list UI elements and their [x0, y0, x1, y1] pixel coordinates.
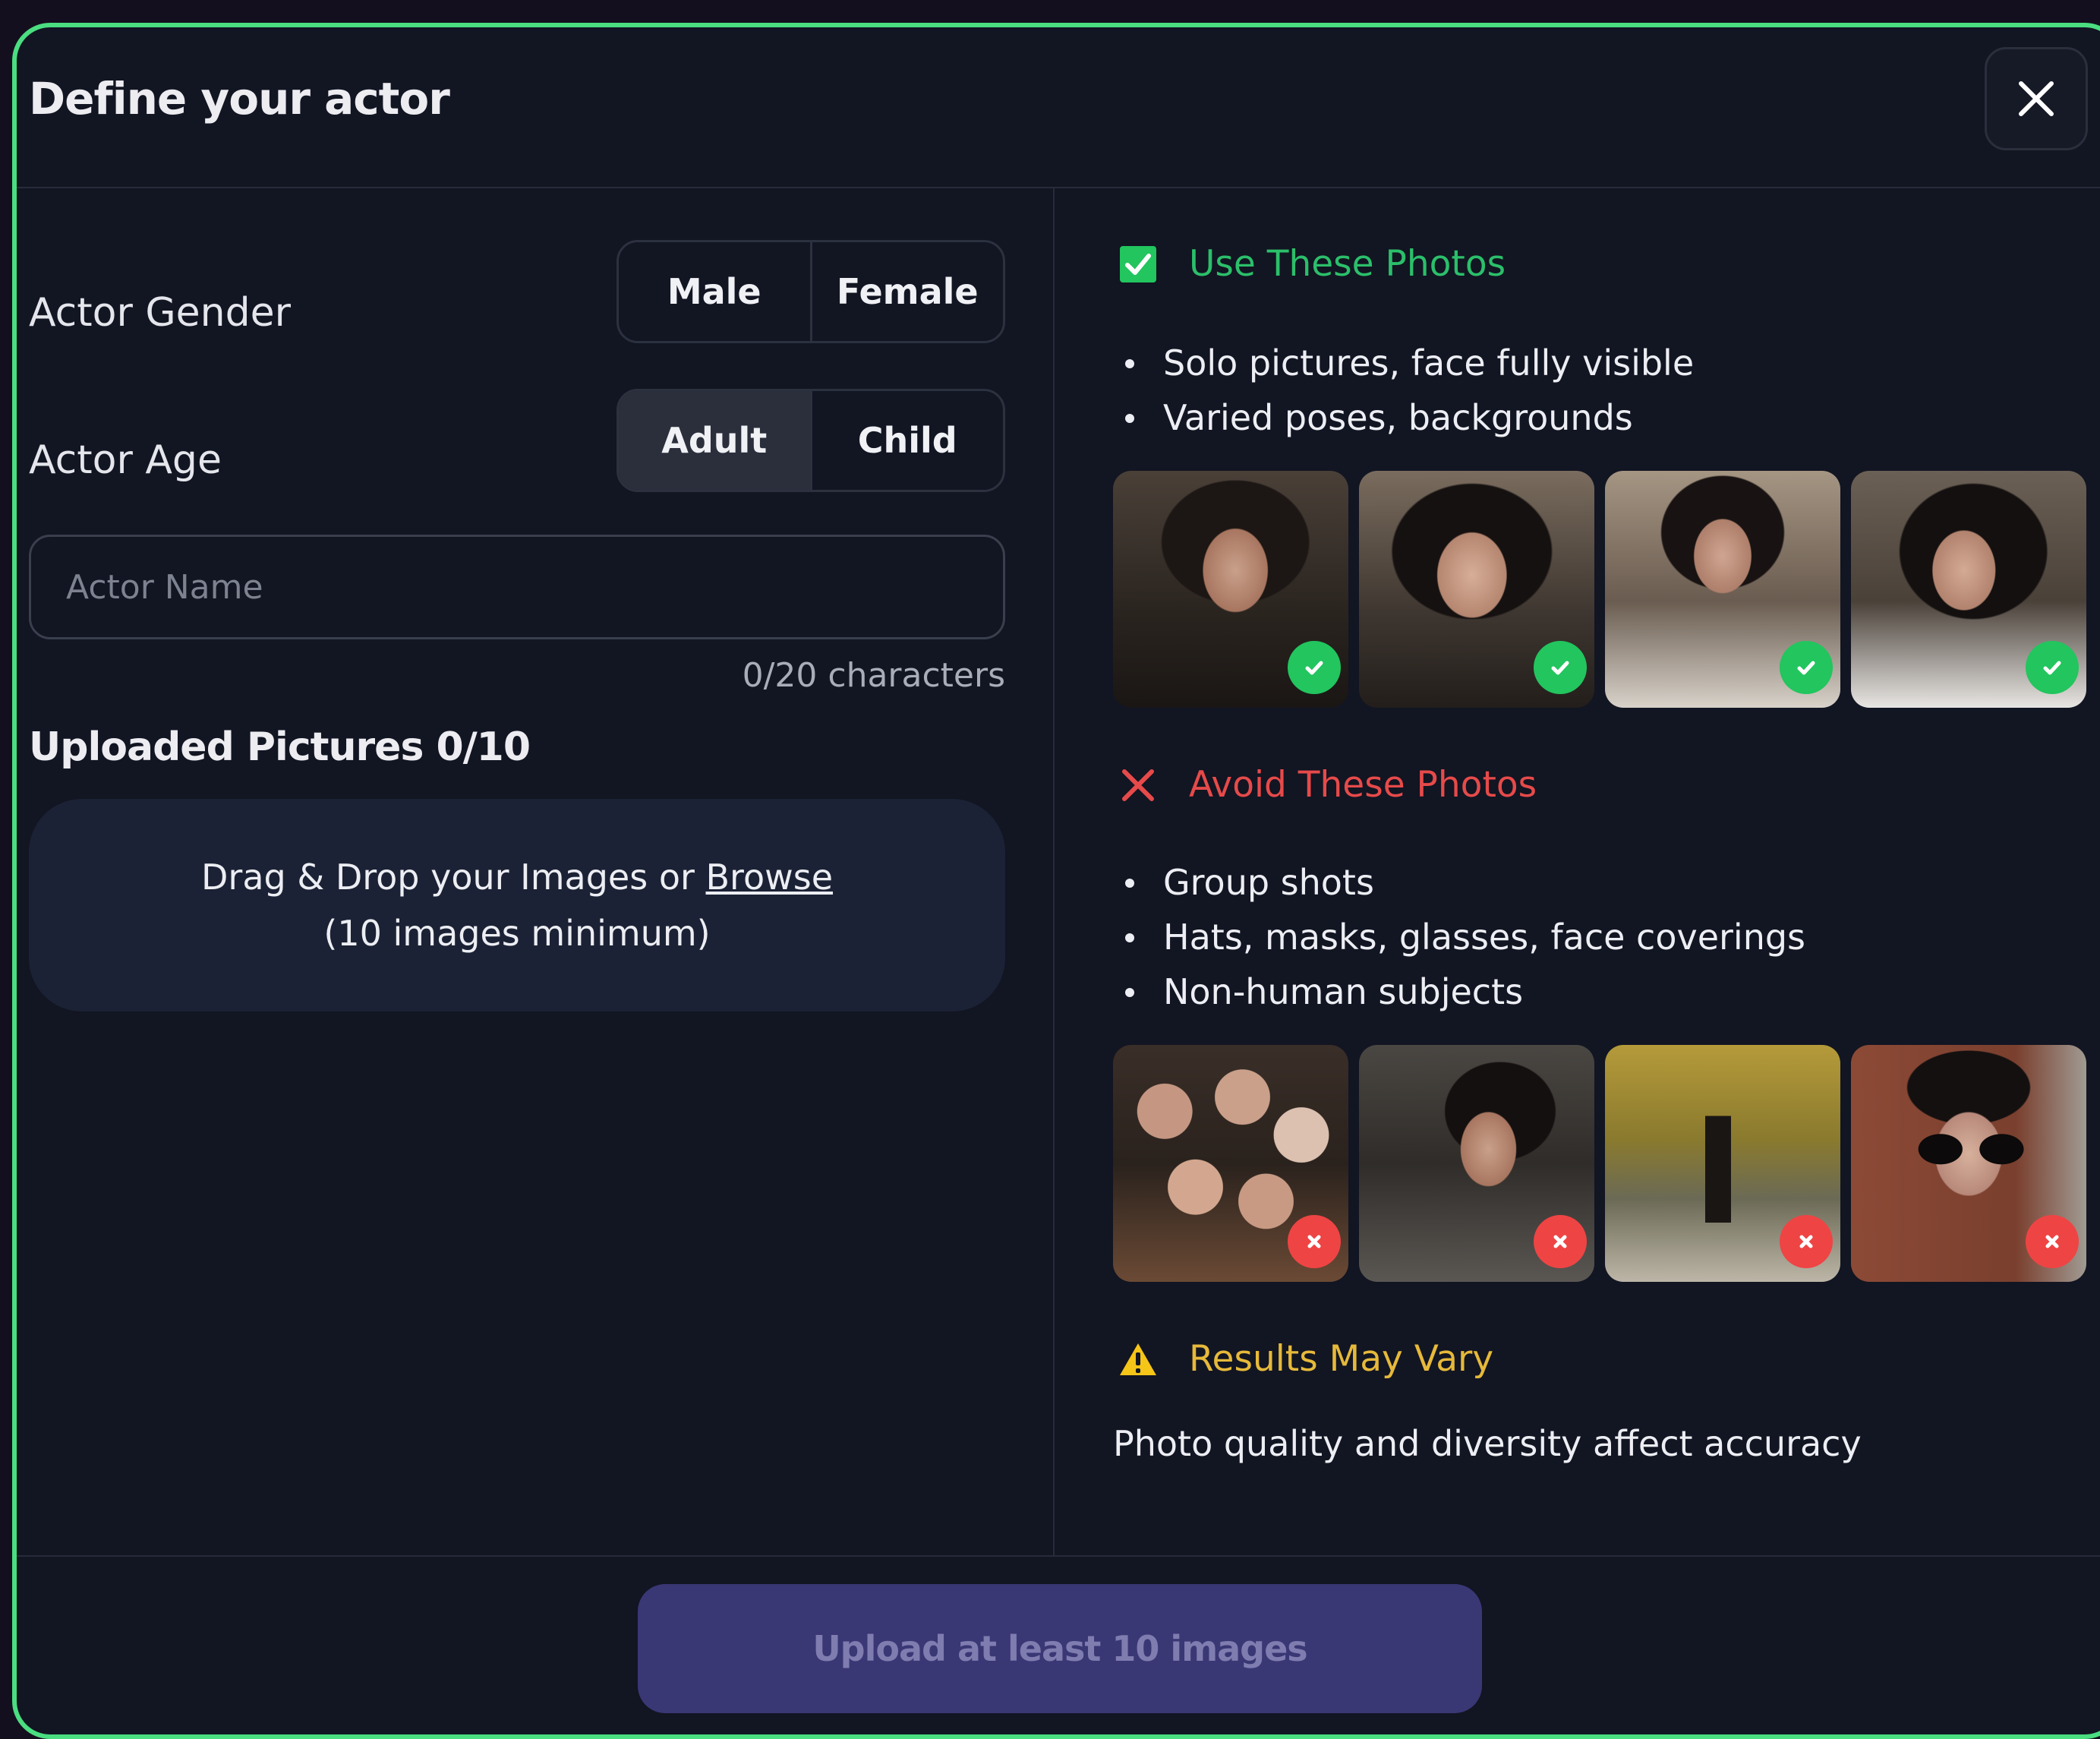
footer-divider: [17, 1555, 2100, 1557]
dialog-header: Define your actor: [17, 27, 2100, 188]
bad-photo-examples: [1113, 1045, 2097, 1282]
x-icon: [1534, 1215, 1587, 1268]
check-icon: [1288, 641, 1341, 694]
example-photo-bad: [1359, 1045, 1594, 1282]
gender-segmented-control: Male Female: [616, 240, 1005, 343]
dropzone-prefix: Drag & Drop your Images or: [200, 857, 706, 898]
dialog-title: Define your actor: [29, 73, 450, 125]
dropzone-hint: (10 images minimum): [323, 913, 711, 954]
x-mark-icon: [1118, 765, 1159, 806]
age-adult-option[interactable]: Adult: [619, 391, 810, 490]
gender-male-option[interactable]: Male: [619, 242, 810, 341]
use-photos-heading: Use These Photos: [1118, 243, 1506, 285]
example-photo-bad: [1113, 1045, 1348, 1282]
list-item: Hats, masks, glasses, face coverings: [1118, 910, 1805, 964]
avoid-photos-list: Group shots Hats, masks, glasses, face c…: [1118, 855, 1805, 1019]
checkbox-checked-icon: [1118, 244, 1159, 285]
age-segmented-control: Adult Child: [616, 389, 1005, 492]
age-child-option[interactable]: Child: [809, 391, 1004, 490]
column-divider: [1053, 187, 1055, 1555]
dropzone-text: Drag & Drop your Images or Browse: [201, 849, 833, 905]
x-icon: [2026, 1215, 2079, 1268]
define-actor-dialog: Define your actor Actor Gender Male Fema…: [12, 23, 2100, 1739]
list-item: Non-human subjects: [1118, 964, 1805, 1019]
upload-submit-button[interactable]: Upload at least 10 images: [638, 1584, 1482, 1713]
example-photo-good: [1113, 471, 1348, 708]
use-photos-list: Solo pictures, face fully visible Varied…: [1118, 336, 1694, 445]
list-item: Varied poses, backgrounds: [1118, 390, 1694, 445]
results-warning-heading: Results May Vary: [1118, 1338, 1493, 1380]
use-photos-title: Use These Photos: [1189, 243, 1506, 285]
avoid-photos-heading: Avoid These Photos: [1118, 764, 1537, 806]
actor-age-label: Actor Age: [29, 437, 222, 483]
x-icon: [1780, 1215, 1833, 1268]
list-item: Solo pictures, face fully visible: [1118, 336, 1694, 390]
check-icon: [2026, 641, 2079, 694]
results-warning-text: Photo quality and diversity affect accur…: [1113, 1423, 1862, 1464]
close-button[interactable]: [1985, 47, 2088, 150]
results-warning-title: Results May Vary: [1189, 1338, 1494, 1380]
avoid-photos-title: Avoid These Photos: [1189, 764, 1537, 806]
check-icon: [1780, 641, 1833, 694]
actor-name-input[interactable]: [29, 535, 1005, 639]
uploaded-pictures-title: Uploaded Pictures 0/10: [29, 724, 531, 770]
image-dropzone[interactable]: Drag & Drop your Images or Browse (10 im…: [29, 799, 1005, 1012]
actor-gender-label: Actor Gender: [29, 290, 291, 336]
good-photo-examples: [1113, 471, 2097, 708]
example-photo-good: [1605, 471, 1840, 708]
close-icon: [2019, 81, 2054, 116]
browse-link[interactable]: Browse: [706, 857, 834, 898]
example-photo-good: [1359, 471, 1594, 708]
list-item: Group shots: [1118, 855, 1805, 910]
warning-icon: [1118, 1339, 1159, 1380]
example-photo-bad: [1605, 1045, 1840, 1282]
example-photo-good: [1851, 471, 2086, 708]
name-character-counter: 0/20 characters: [742, 656, 1005, 695]
check-icon: [1534, 641, 1587, 694]
x-icon: [1288, 1215, 1341, 1268]
gender-female-option[interactable]: Female: [809, 242, 1004, 341]
example-photo-bad: [1851, 1045, 2086, 1282]
